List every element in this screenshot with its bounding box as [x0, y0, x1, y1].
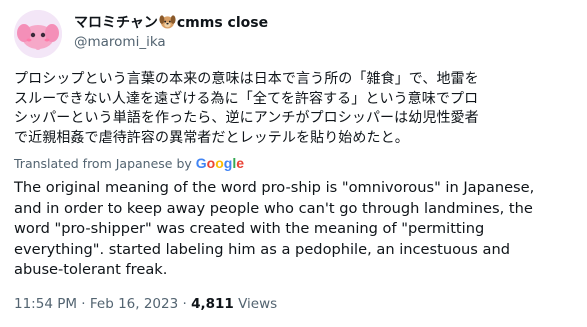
- translation-line: word "pro-shipper" was created with the …: [14, 220, 485, 237]
- google-logo: Google: [195, 155, 245, 171]
- translation-line: and in order to keep away people who can…: [14, 199, 533, 217]
- translation-line: abuse-tolerant freak.: [14, 261, 168, 278]
- avatar[interactable]: [14, 10, 62, 58]
- translation-attribution[interactable]: Translated from Japanese by Google: [14, 155, 244, 171]
- display-name-text: マロミチャン: [74, 15, 158, 31]
- original-line: スルーできない人達を遠ざける為に「全てを許容する」という意味でプロ: [14, 90, 479, 107]
- views-count: 4,811: [191, 296, 234, 312]
- pink-elephant-avatar-icon: [14, 10, 62, 58]
- original-line: シッパーという単語を作ったら、逆にアンチがプロシッパーは幼児性愛者: [14, 110, 479, 126]
- dog-face-icon: [159, 15, 176, 29]
- original-line: プロシップという言葉の本来の意味は日本で言う所の「雑食」で、地雷を: [14, 71, 479, 87]
- tweet-metadata: 11:54 PM · Feb 16, 2023 · 4,811 Views: [14, 296, 277, 312]
- tweet-original-text: プロシップという言葉の本来の意味は日本で言う所の「雑食」で、地雷を スルーできな…: [14, 70, 580, 148]
- translation-line: everything". started labeling him as a p…: [14, 240, 510, 258]
- original-line: で近親相姦で虐待許容の異常者だとレッテルを貼り始めたと。: [14, 129, 409, 146]
- tweet-time[interactable]: 11:54 PM: [14, 296, 77, 312]
- views-label: Views: [238, 296, 278, 312]
- translated-from-label: Translated from Japanese by: [14, 156, 192, 171]
- separator: ·: [81, 296, 86, 312]
- display-name-suffix: cmms close: [176, 15, 269, 31]
- author-display-name[interactable]: マロミチャン cmms close: [74, 12, 268, 32]
- separator: ·: [182, 296, 187, 312]
- tweet-date[interactable]: Feb 16, 2023: [90, 296, 178, 312]
- translation-line: The original meaning of the word pro-shi…: [14, 179, 535, 196]
- author-handle[interactable]: @maromi_ika: [74, 34, 166, 50]
- tweet-translation-text: The original meaning of the word pro-shi…: [14, 178, 584, 281]
